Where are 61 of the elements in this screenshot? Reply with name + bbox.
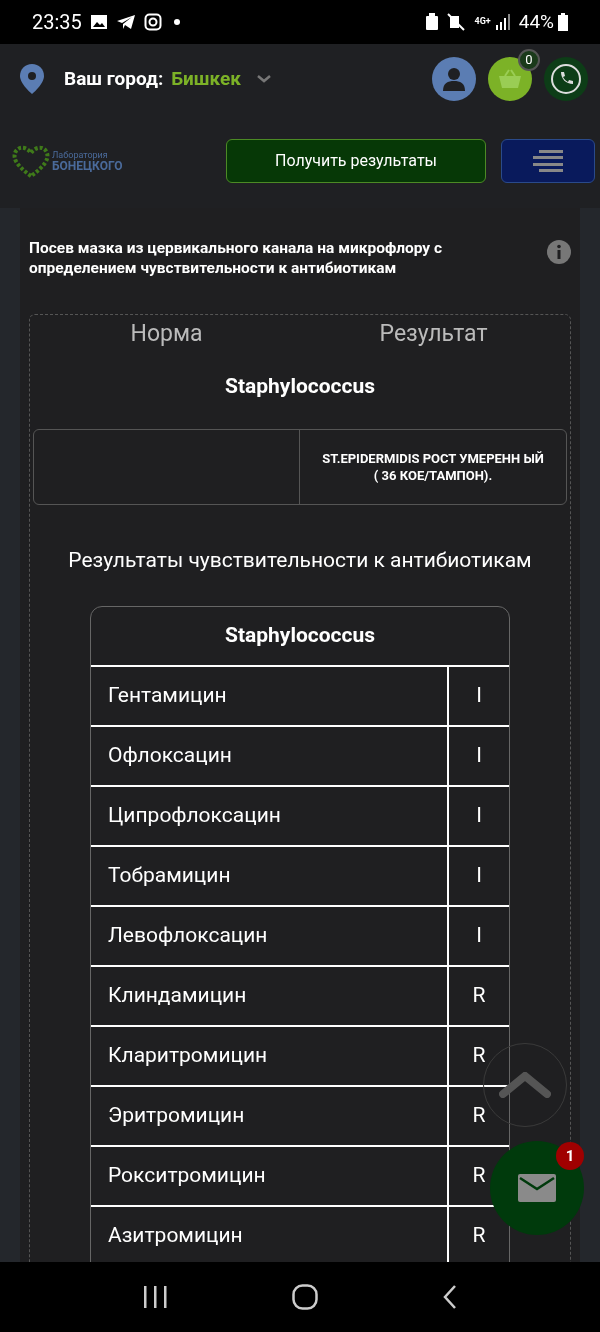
sensitivity-cell-text: R [471, 1222, 487, 1250]
location-pin-icon [20, 64, 44, 94]
telegram-icon [115, 14, 136, 30]
instagram-icon [143, 13, 162, 31]
city-name[interactable]: Бишкек [171, 64, 241, 94]
antibiotic-cell: Левофлоксацин [91, 907, 449, 965]
chat-badge: 1 [556, 1142, 584, 1170]
dot-icon [173, 19, 180, 25]
battery-saver-icon [424, 13, 439, 31]
home-icon[interactable] [292, 1284, 318, 1310]
user-icon [443, 67, 465, 91]
antibiotic-cell: Рокситромицин [91, 1147, 449, 1205]
table-header: Staphylococcus [91, 607, 509, 667]
battery-percent: 44% [518, 8, 554, 35]
basket-icon [498, 69, 522, 89]
signal-icon [494, 14, 511, 30]
mute-icon [446, 13, 467, 31]
cart-count-badge: 0 [518, 49, 540, 71]
sensitivity-cell-text: R [471, 1102, 487, 1130]
get-results-button[interactable]: Получить результаты [226, 139, 486, 183]
back-icon[interactable] [443, 1285, 458, 1309]
result-cell-text: ST.EPIDERMIDIS РОСТ УМЕРЕНН ЫЙ ( 36 КОЕ/ТАМПОН). [321, 449, 545, 485]
phone-icon [550, 63, 582, 95]
antibiotic-cell: Эритромицин [91, 1087, 449, 1145]
battery-icon [558, 13, 568, 31]
sensitivity-cell-text: R [471, 1162, 487, 1190]
cart-button[interactable] [488, 57, 532, 101]
sensitivity-cell-text: I [475, 922, 483, 950]
gallery-icon [89, 14, 108, 30]
organism-name: Staphylococcus [223, 373, 377, 400]
logo-subtitle: Лаборатория [52, 150, 108, 160]
column-header: Норма [129, 318, 204, 349]
chevron-down-icon[interactable] [256, 75, 271, 83]
antibiotic-cell: Кларитромицин [91, 1027, 449, 1085]
status-time: 23:35 [32, 9, 82, 36]
antibiotic-cell: Офлоксацин [91, 727, 449, 785]
logo-title: БОНЕЦКОГО [52, 159, 123, 172]
sensitivity-cell-text: I [475, 802, 483, 830]
antibiotic-cell: Клиндамицин [91, 967, 449, 1025]
recent-apps-icon[interactable] [142, 1286, 167, 1308]
antibiotic-cell: Ципрофлоксацин [91, 787, 449, 845]
menu-button[interactable] [501, 139, 595, 183]
account-button[interactable] [432, 57, 476, 101]
sensitivity-cell-text: R [471, 1042, 487, 1070]
info-icon[interactable] [547, 240, 571, 264]
heart-logo-icon [12, 144, 50, 178]
chevron-up-icon [499, 1072, 551, 1098]
call-button[interactable] [544, 57, 588, 101]
column-header: Результат [378, 318, 489, 349]
antibiotic-cell: Гентамицин [91, 667, 449, 725]
sensitivity-title: Результаты чувствительности к антибиотикам [67, 546, 533, 574]
city-label: Ваш город: [64, 65, 164, 92]
sensitivity-cell-text: I [475, 862, 483, 890]
envelope-icon [518, 1174, 556, 1202]
menu-icon [533, 150, 563, 172]
sensitivity-cell-text: R [471, 982, 487, 1010]
antibiotic-cell: Тобрамицин [91, 847, 449, 905]
sensitivity-cell-text: I [475, 682, 483, 710]
network-label: 4G+ [474, 15, 491, 29]
test-title: Посев мазка из цервикального канала на микрофлору с определением чувствительности к антибиотикам [29, 238, 444, 278]
sensitivity-cell-text: I [475, 742, 483, 770]
